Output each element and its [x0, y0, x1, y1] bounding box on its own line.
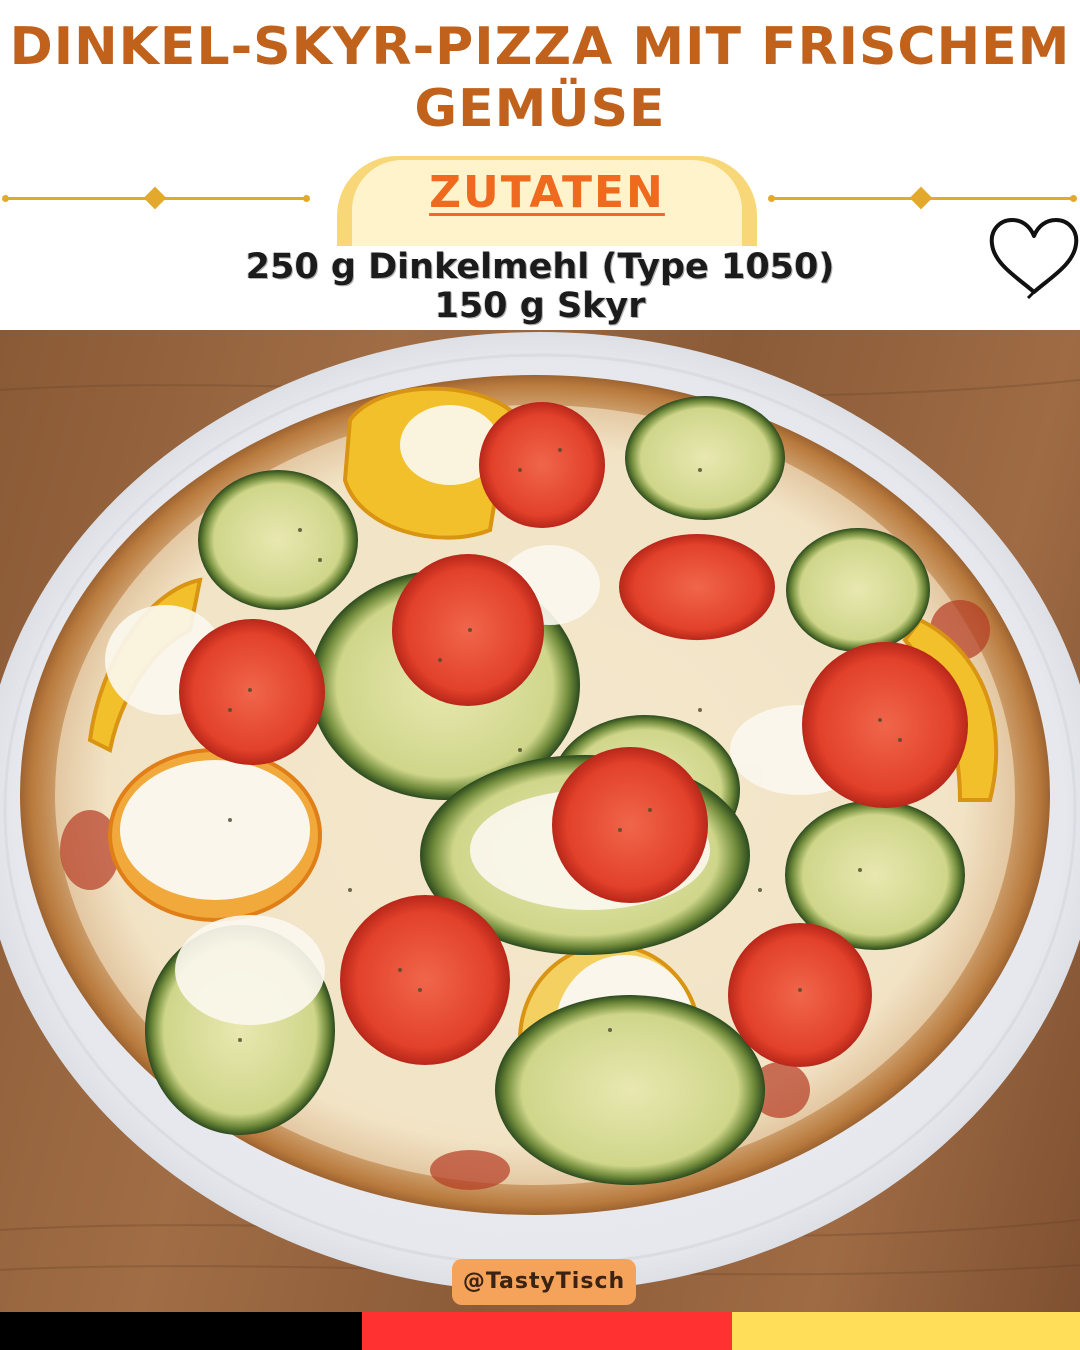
flag-gold-stripe	[732, 1312, 1080, 1350]
flag-red-stripe	[362, 1312, 732, 1350]
recipe-title: Dinkel-Skyr-Pizza mit frischem Gemüse	[0, 16, 1080, 140]
pizza-illustration	[0, 332, 1080, 1292]
pizza-photo	[0, 330, 1080, 1312]
section-label: ZUTATEN	[429, 167, 665, 218]
ornament-right-end-dot	[1070, 195, 1077, 202]
recipe-title-line-2: Gemüse	[414, 79, 666, 139]
ornament-left-diamond	[143, 186, 167, 210]
ingredient-item-1: 250 g Dinkelmehl (Type 1050)	[245, 247, 835, 287]
ornament-left-end-dot	[303, 195, 310, 202]
recipe-title-line-1: Dinkel-Skyr-Pizza mit frischem	[9, 17, 1071, 77]
account-handle-badge: @TastyTisch	[452, 1259, 636, 1305]
german-flag-stripe	[0, 1312, 1080, 1350]
heart-outline-icon[interactable]	[988, 214, 1080, 300]
ingredient-item-2: 150 g Skyr	[434, 286, 646, 326]
ornament-right-diamond	[909, 186, 933, 210]
flag-black-stripe	[0, 1312, 362, 1350]
